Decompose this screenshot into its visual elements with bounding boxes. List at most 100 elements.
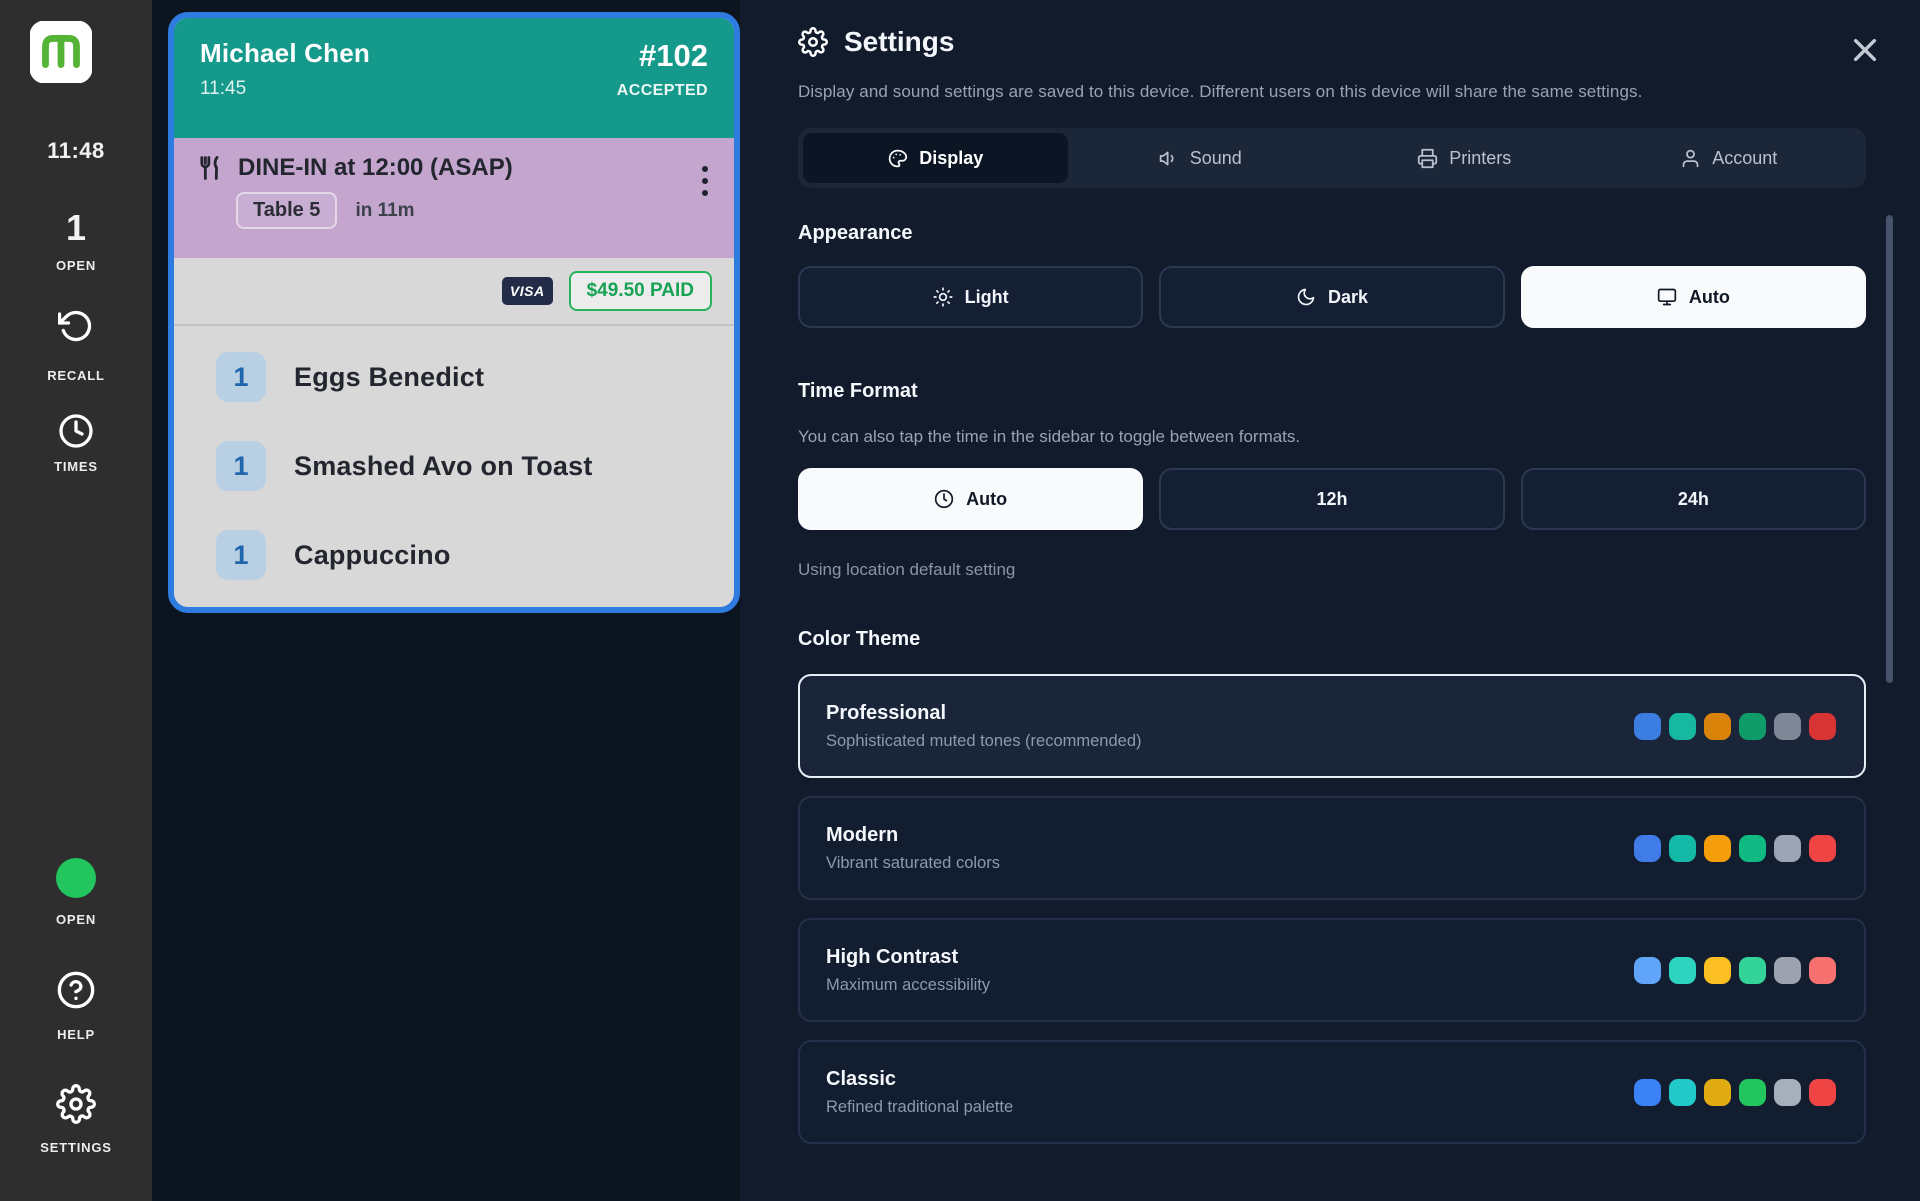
order-item-row[interactable]: 1 Eggs Benedict [216, 352, 734, 402]
order-status: ACCEPTED [617, 82, 708, 100]
order-item-row[interactable]: 1 Cappuccino [216, 530, 734, 580]
theme-option-classic[interactable]: Classic Refined traditional palette [798, 1040, 1866, 1144]
order-card[interactable]: Michael Chen 11:45 #102 ACCEPTED DI [168, 12, 740, 613]
color-swatch [1774, 1079, 1801, 1106]
appearance-auto-button[interactable]: Auto [1521, 266, 1866, 328]
service-line: DINE-IN at 12:00 (ASAP) [238, 154, 513, 182]
settings-label[interactable]: SETTINGS [0, 1140, 152, 1155]
store-open-status-dot[interactable] [56, 858, 96, 898]
appearance-heading: Appearance [798, 222, 1866, 245]
speaker-icon [1158, 148, 1179, 169]
color-swatch [1634, 1079, 1661, 1106]
due-countdown: in 11m [355, 200, 414, 222]
theme-option-high-contrast[interactable]: High Contrast Maximum accessibility [798, 918, 1866, 1022]
close-button[interactable] [1848, 34, 1882, 68]
visa-badge: VISA [502, 277, 553, 305]
settings-header: Settings [798, 26, 1866, 58]
color-swatch [1739, 957, 1766, 984]
tab-printers[interactable]: Printers [1332, 133, 1597, 183]
help-icon [56, 970, 96, 1010]
settings-tabs: Display Sound Printers [798, 128, 1866, 188]
time-24h-button[interactable]: 24h [1521, 468, 1866, 530]
order-number: #102 [617, 38, 708, 74]
gear-icon [56, 1084, 96, 1124]
theme-description: Refined traditional palette [826, 1098, 1013, 1117]
paid-amount-chip: $49.50 PAID [569, 271, 712, 311]
tab-display[interactable]: Display [803, 133, 1068, 183]
tab-label: Sound [1190, 148, 1242, 169]
color-swatch [1634, 835, 1661, 862]
sidebar-clock[interactable]: 11:48 [0, 138, 152, 164]
appearance-options: Light Dark Auto [798, 266, 1866, 328]
color-swatch [1809, 713, 1836, 740]
theme-swatches [1634, 957, 1836, 984]
open-orders-label[interactable]: OPEN [0, 258, 152, 273]
customer-name: Michael Chen [200, 38, 370, 69]
theme-swatches [1634, 713, 1836, 740]
orders-column: Michael Chen 11:45 #102 ACCEPTED DI [152, 0, 740, 1201]
color-swatch [1739, 835, 1766, 862]
settings-button[interactable] [0, 1084, 152, 1129]
theme-description: Vibrant saturated colors [826, 854, 1000, 873]
appearance-light-button[interactable]: Light [798, 266, 1143, 328]
time-auto-button[interactable]: Auto [798, 468, 1143, 530]
color-swatch [1774, 835, 1801, 862]
tab-label: Account [1712, 148, 1777, 169]
color-swatch [1634, 957, 1661, 984]
color-swatch [1809, 957, 1836, 984]
mint-m-logo [30, 21, 92, 83]
time-format-footnote: Using location default setting [798, 560, 1866, 580]
help-label[interactable]: HELP [0, 1027, 152, 1042]
color-swatch [1669, 713, 1696, 740]
person-icon [1680, 148, 1701, 169]
monitor-icon [1657, 287, 1677, 307]
service-section: DINE-IN at 12:00 (ASAP) Table 5 in 11m [174, 138, 734, 258]
tab-sound[interactable]: Sound [1068, 133, 1333, 183]
color-swatch [1774, 713, 1801, 740]
option-label: 12h [1316, 489, 1347, 510]
recall-button[interactable] [0, 308, 152, 349]
order-item-row[interactable]: 1 Smashed Avo on Toast [216, 441, 734, 491]
item-name: Cappuccino [294, 540, 451, 571]
x-close-icon [1849, 34, 1881, 66]
payment-row: VISA $49.50 PAID [174, 258, 734, 326]
item-name: Smashed Avo on Toast [294, 451, 593, 482]
time-format-note: You can also tap the time in the sidebar… [798, 427, 1866, 447]
store-open-label: OPEN [0, 912, 152, 927]
tab-label: Printers [1449, 148, 1511, 169]
option-label: Auto [966, 489, 1007, 510]
tab-account[interactable]: Account [1597, 133, 1862, 183]
clock-icon [58, 413, 94, 449]
app-logo[interactable] [30, 21, 92, 83]
color-swatch [1739, 1079, 1766, 1106]
open-orders-count: 1 [0, 207, 152, 249]
option-label: Auto [1689, 287, 1730, 308]
color-swatch [1704, 1079, 1731, 1106]
recall-label[interactable]: RECALL [0, 368, 152, 383]
item-qty: 1 [216, 352, 266, 402]
item-qty: 1 [216, 441, 266, 491]
help-button[interactable] [0, 970, 152, 1015]
color-theme-heading: Color Theme [798, 628, 1866, 651]
clock-icon [934, 489, 954, 509]
color-swatch [1774, 957, 1801, 984]
color-swatch [1669, 835, 1696, 862]
color-swatch [1739, 713, 1766, 740]
theme-swatches [1634, 835, 1836, 862]
color-swatch [1809, 1079, 1836, 1106]
times-button[interactable] [0, 413, 152, 454]
time-format-heading: Time Format [798, 380, 1866, 403]
theme-option-modern[interactable]: Modern Vibrant saturated colors [798, 796, 1866, 900]
color-swatch [1704, 713, 1731, 740]
appearance-dark-button[interactable]: Dark [1159, 266, 1504, 328]
option-label: Light [965, 287, 1009, 308]
time-12h-button[interactable]: 12h [1159, 468, 1504, 530]
sun-icon [933, 287, 953, 307]
theme-option-professional[interactable]: Professional Sophisticated muted tones (… [798, 674, 1866, 778]
theme-name: Professional [826, 702, 1142, 725]
times-label[interactable]: TIMES [0, 459, 152, 474]
item-qty: 1 [216, 530, 266, 580]
theme-name: Classic [826, 1068, 1013, 1091]
kebab-menu-icon[interactable] [702, 166, 708, 196]
panel-scrollbar[interactable] [1886, 215, 1893, 683]
